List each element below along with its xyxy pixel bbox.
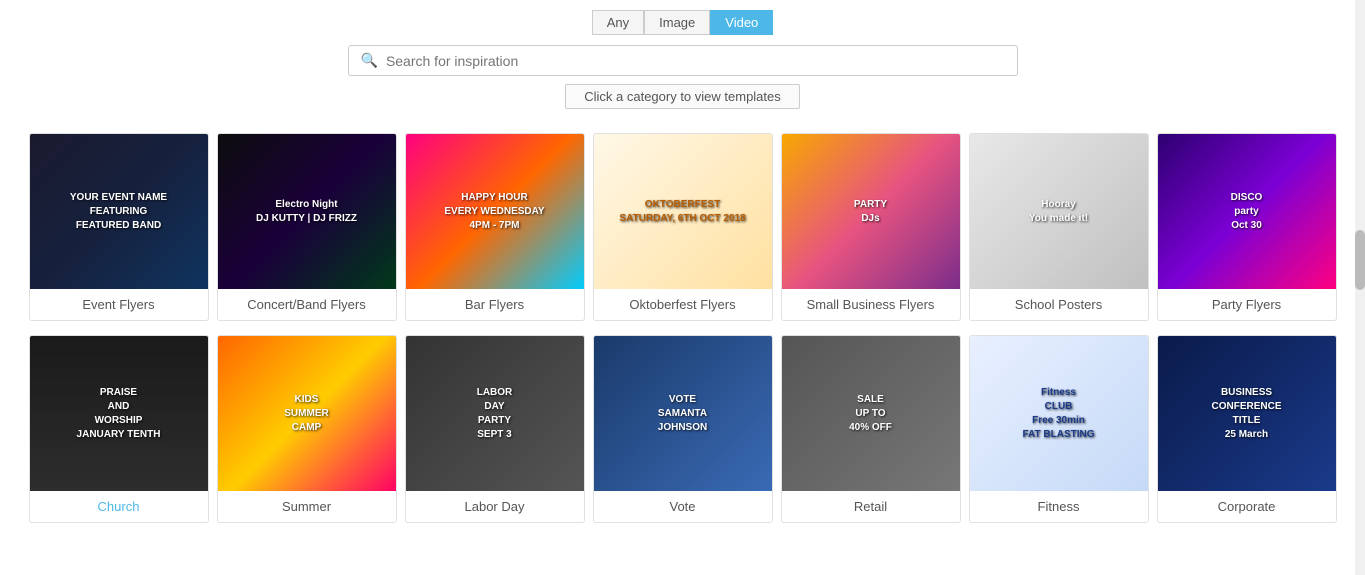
card-label-bar-flyers: Bar Flyers: [406, 289, 584, 320]
card-small-business-flyers[interactable]: PARTY DJs Small Business Flyers: [781, 133, 961, 321]
search-input[interactable]: [386, 53, 1005, 69]
template-grid: YOUR EVENT NAME FEATURING FEATURED BANDE…: [0, 133, 1365, 523]
card-image-text-summer: KIDS SUMMER CAMP: [217, 389, 397, 439]
filter-image-btn[interactable]: Image: [644, 10, 710, 35]
grid-row-row1: YOUR EVENT NAME FEATURING FEATURED BANDE…: [10, 133, 1355, 321]
grid-row-row2: PRAISE AND WORSHIP JANUARY TENTH Church KI…: [10, 335, 1355, 523]
card-image-school-posters: Hooray You made it!: [969, 134, 1149, 289]
filter-any-btn[interactable]: Any: [592, 10, 644, 35]
card-image-church: PRAISE AND WORSHIP JANUARY TENTH: [29, 336, 209, 491]
card-image-text-labor-day: LABOR DAY PARTY SEPT 3: [405, 382, 585, 446]
card-label-summer: Summer: [218, 491, 396, 522]
category-hint-wrap: Click a category to view templates: [0, 84, 1365, 123]
card-image-text-church: PRAISE AND WORSHIP JANUARY TENTH: [29, 382, 209, 446]
card-label-labor-day: Labor Day: [406, 491, 584, 522]
card-label-concert-band-flyers: Concert/Band Flyers: [218, 289, 396, 320]
card-image-text-concert-band-flyers: Electro Night DJ KUTTY | DJ FRIZZ: [217, 194, 397, 230]
card-vote[interactable]: VOTE SAMANTA JOHNSON Vote: [593, 335, 773, 523]
card-church[interactable]: PRAISE AND WORSHIP JANUARY TENTH Church: [29, 335, 209, 523]
card-summer[interactable]: KIDS SUMMER CAMP Summer: [217, 335, 397, 523]
search-icon: 🔍: [361, 52, 378, 69]
card-image-event-flyers: YOUR EVENT NAME FEATURING FEATURED BAND: [29, 134, 209, 289]
card-image-text-party-flyers: DISCO party Oct 30: [1157, 187, 1337, 237]
card-image-vote: VOTE SAMANTA JOHNSON: [593, 336, 773, 491]
search-bar-wrapper: 🔍: [0, 41, 1365, 84]
card-label-oktoberfest-flyers: Oktoberfest Flyers: [594, 289, 772, 320]
card-label-small-business-flyers: Small Business Flyers: [782, 289, 960, 320]
scrollbar-thumb[interactable]: [1355, 230, 1365, 290]
scrollbar[interactable]: [1355, 0, 1365, 575]
card-bar-flyers[interactable]: HAPPY HOUR EVERY WEDNESDAY 4PM - 7PM Bar …: [405, 133, 585, 321]
card-fitness[interactable]: Fitness CLUB Free 30min FAT BLASTING Fitn…: [969, 335, 1149, 523]
card-image-labor-day: LABOR DAY PARTY SEPT 3: [405, 336, 585, 491]
grid-rows: YOUR EVENT NAME FEATURING FEATURED BANDE…: [10, 133, 1355, 523]
card-labor-day[interactable]: LABOR DAY PARTY SEPT 3 Labor Day: [405, 335, 585, 523]
card-image-small-business-flyers: PARTY DJs: [781, 134, 961, 289]
filter-buttons: Any Image Video: [592, 10, 774, 35]
card-image-text-retail: SALE UP TO 40% OFF: [781, 389, 961, 439]
card-image-text-corporate: BUSINESS CONFERENCE TITLE 25 March: [1157, 382, 1337, 446]
card-label-corporate: Corporate: [1158, 491, 1336, 522]
card-label-school-posters: School Posters: [970, 289, 1148, 320]
category-hint: Click a category to view templates: [565, 84, 800, 109]
card-concert-band-flyers[interactable]: Electro Night DJ KUTTY | DJ FRIZZ Concert…: [217, 133, 397, 321]
card-label-retail: Retail: [782, 491, 960, 522]
card-image-text-oktoberfest-flyers: OKTOBERFEST SATURDAY, 6TH OCT 2018: [593, 194, 773, 230]
card-image-text-event-flyers: YOUR EVENT NAME FEATURING FEATURED BAND: [29, 187, 209, 237]
card-label-party-flyers: Party Flyers: [1158, 289, 1336, 320]
card-retail[interactable]: SALE UP TO 40% OFF Retail: [781, 335, 961, 523]
card-label-fitness: Fitness: [970, 491, 1148, 522]
card-label-church: Church: [30, 491, 208, 522]
card-image-corporate: BUSINESS CONFERENCE TITLE 25 March: [1157, 336, 1337, 491]
card-label-vote: Vote: [594, 491, 772, 522]
card-image-text-small-business-flyers: PARTY DJs: [781, 194, 961, 230]
card-label-event-flyers: Event Flyers: [30, 289, 208, 320]
card-image-retail: SALE UP TO 40% OFF: [781, 336, 961, 491]
card-image-text-bar-flyers: HAPPY HOUR EVERY WEDNESDAY 4PM - 7PM: [405, 187, 585, 237]
card-image-text-vote: VOTE SAMANTA JOHNSON: [593, 389, 773, 439]
card-image-party-flyers: DISCO party Oct 30: [1157, 134, 1337, 289]
filter-video-btn[interactable]: Video: [710, 10, 773, 35]
card-image-bar-flyers: HAPPY HOUR EVERY WEDNESDAY 4PM - 7PM: [405, 134, 585, 289]
card-oktoberfest-flyers[interactable]: OKTOBERFEST SATURDAY, 6TH OCT 2018 Oktobe…: [593, 133, 773, 321]
card-corporate[interactable]: BUSINESS CONFERENCE TITLE 25 March Corpor…: [1157, 335, 1337, 523]
card-party-flyers[interactable]: DISCO party Oct 30 Party Flyers: [1157, 133, 1337, 321]
card-image-concert-band-flyers: Electro Night DJ KUTTY | DJ FRIZZ: [217, 134, 397, 289]
card-image-text-school-posters: Hooray You made it!: [969, 194, 1149, 230]
card-school-posters[interactable]: Hooray You made it! School Posters: [969, 133, 1149, 321]
card-image-oktoberfest-flyers: OKTOBERFEST SATURDAY, 6TH OCT 2018: [593, 134, 773, 289]
card-event-flyers[interactable]: YOUR EVENT NAME FEATURING FEATURED BAND E…: [29, 133, 209, 321]
search-bar: 🔍: [348, 45, 1018, 76]
card-image-fitness: Fitness CLUB Free 30min FAT BLASTING: [969, 336, 1149, 491]
filter-bar: Any Image Video: [0, 0, 1365, 41]
card-image-text-fitness: Fitness CLUB Free 30min FAT BLASTING: [969, 382, 1149, 446]
card-image-summer: KIDS SUMMER CAMP: [217, 336, 397, 491]
